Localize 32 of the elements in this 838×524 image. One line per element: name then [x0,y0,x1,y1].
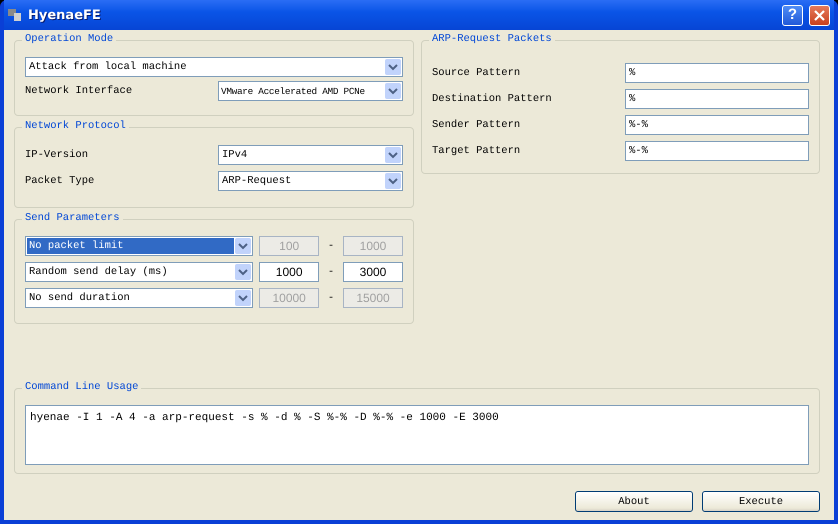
range-separator: - [326,240,336,252]
dropdown[interactable]: VMware Accelerated AMD PCNe [218,81,403,101]
text-field[interactable]: %-% [625,115,809,135]
app-icon [8,9,22,21]
range-separator: - [326,292,336,304]
close-icon [814,10,825,20]
text-field[interactable]: % [625,89,809,109]
range-separator: - [326,266,336,278]
group-title: Operation Mode [22,33,116,45]
text-field[interactable]: % [625,63,809,83]
command-text-area[interactable]: hyenae -I 1 -A 4 -a arp-request -s % -d % -S %-% -D %-% -e 1000 -E 3000 [25,405,809,465]
text-field[interactable]: %-% [625,141,809,161]
field-label: IP-Version [25,149,88,162]
window-title: HyenaeFE [28,8,102,22]
dialog-button[interactable]: Execute [702,491,820,512]
number-field[interactable]: 1000 [259,262,320,282]
field-label: Destination Pattern [432,93,552,105]
dropdown[interactable]: ARP-Request [218,171,403,192]
field-label: Target Pattern [432,145,520,157]
group-title: ARP-Request Packets [429,33,555,45]
number-field[interactable]: 3000 [343,262,403,282]
dropdown[interactable]: Attack from local machine [25,57,403,77]
dropdown[interactable]: Random send delay (ms) [25,262,254,282]
dialog-button[interactable]: About [575,491,693,512]
close-button[interactable] [809,4,830,26]
field-label: Network Interface [25,85,132,97]
group-title: Command Line Usage [22,381,142,393]
field-label: Source Pattern [432,67,520,79]
field-label: Packet Type [25,175,94,188]
field-label: Sender Pattern [432,119,520,131]
help-button[interactable]: ? [782,4,803,26]
dropdown[interactable]: IPv4 [218,145,403,166]
